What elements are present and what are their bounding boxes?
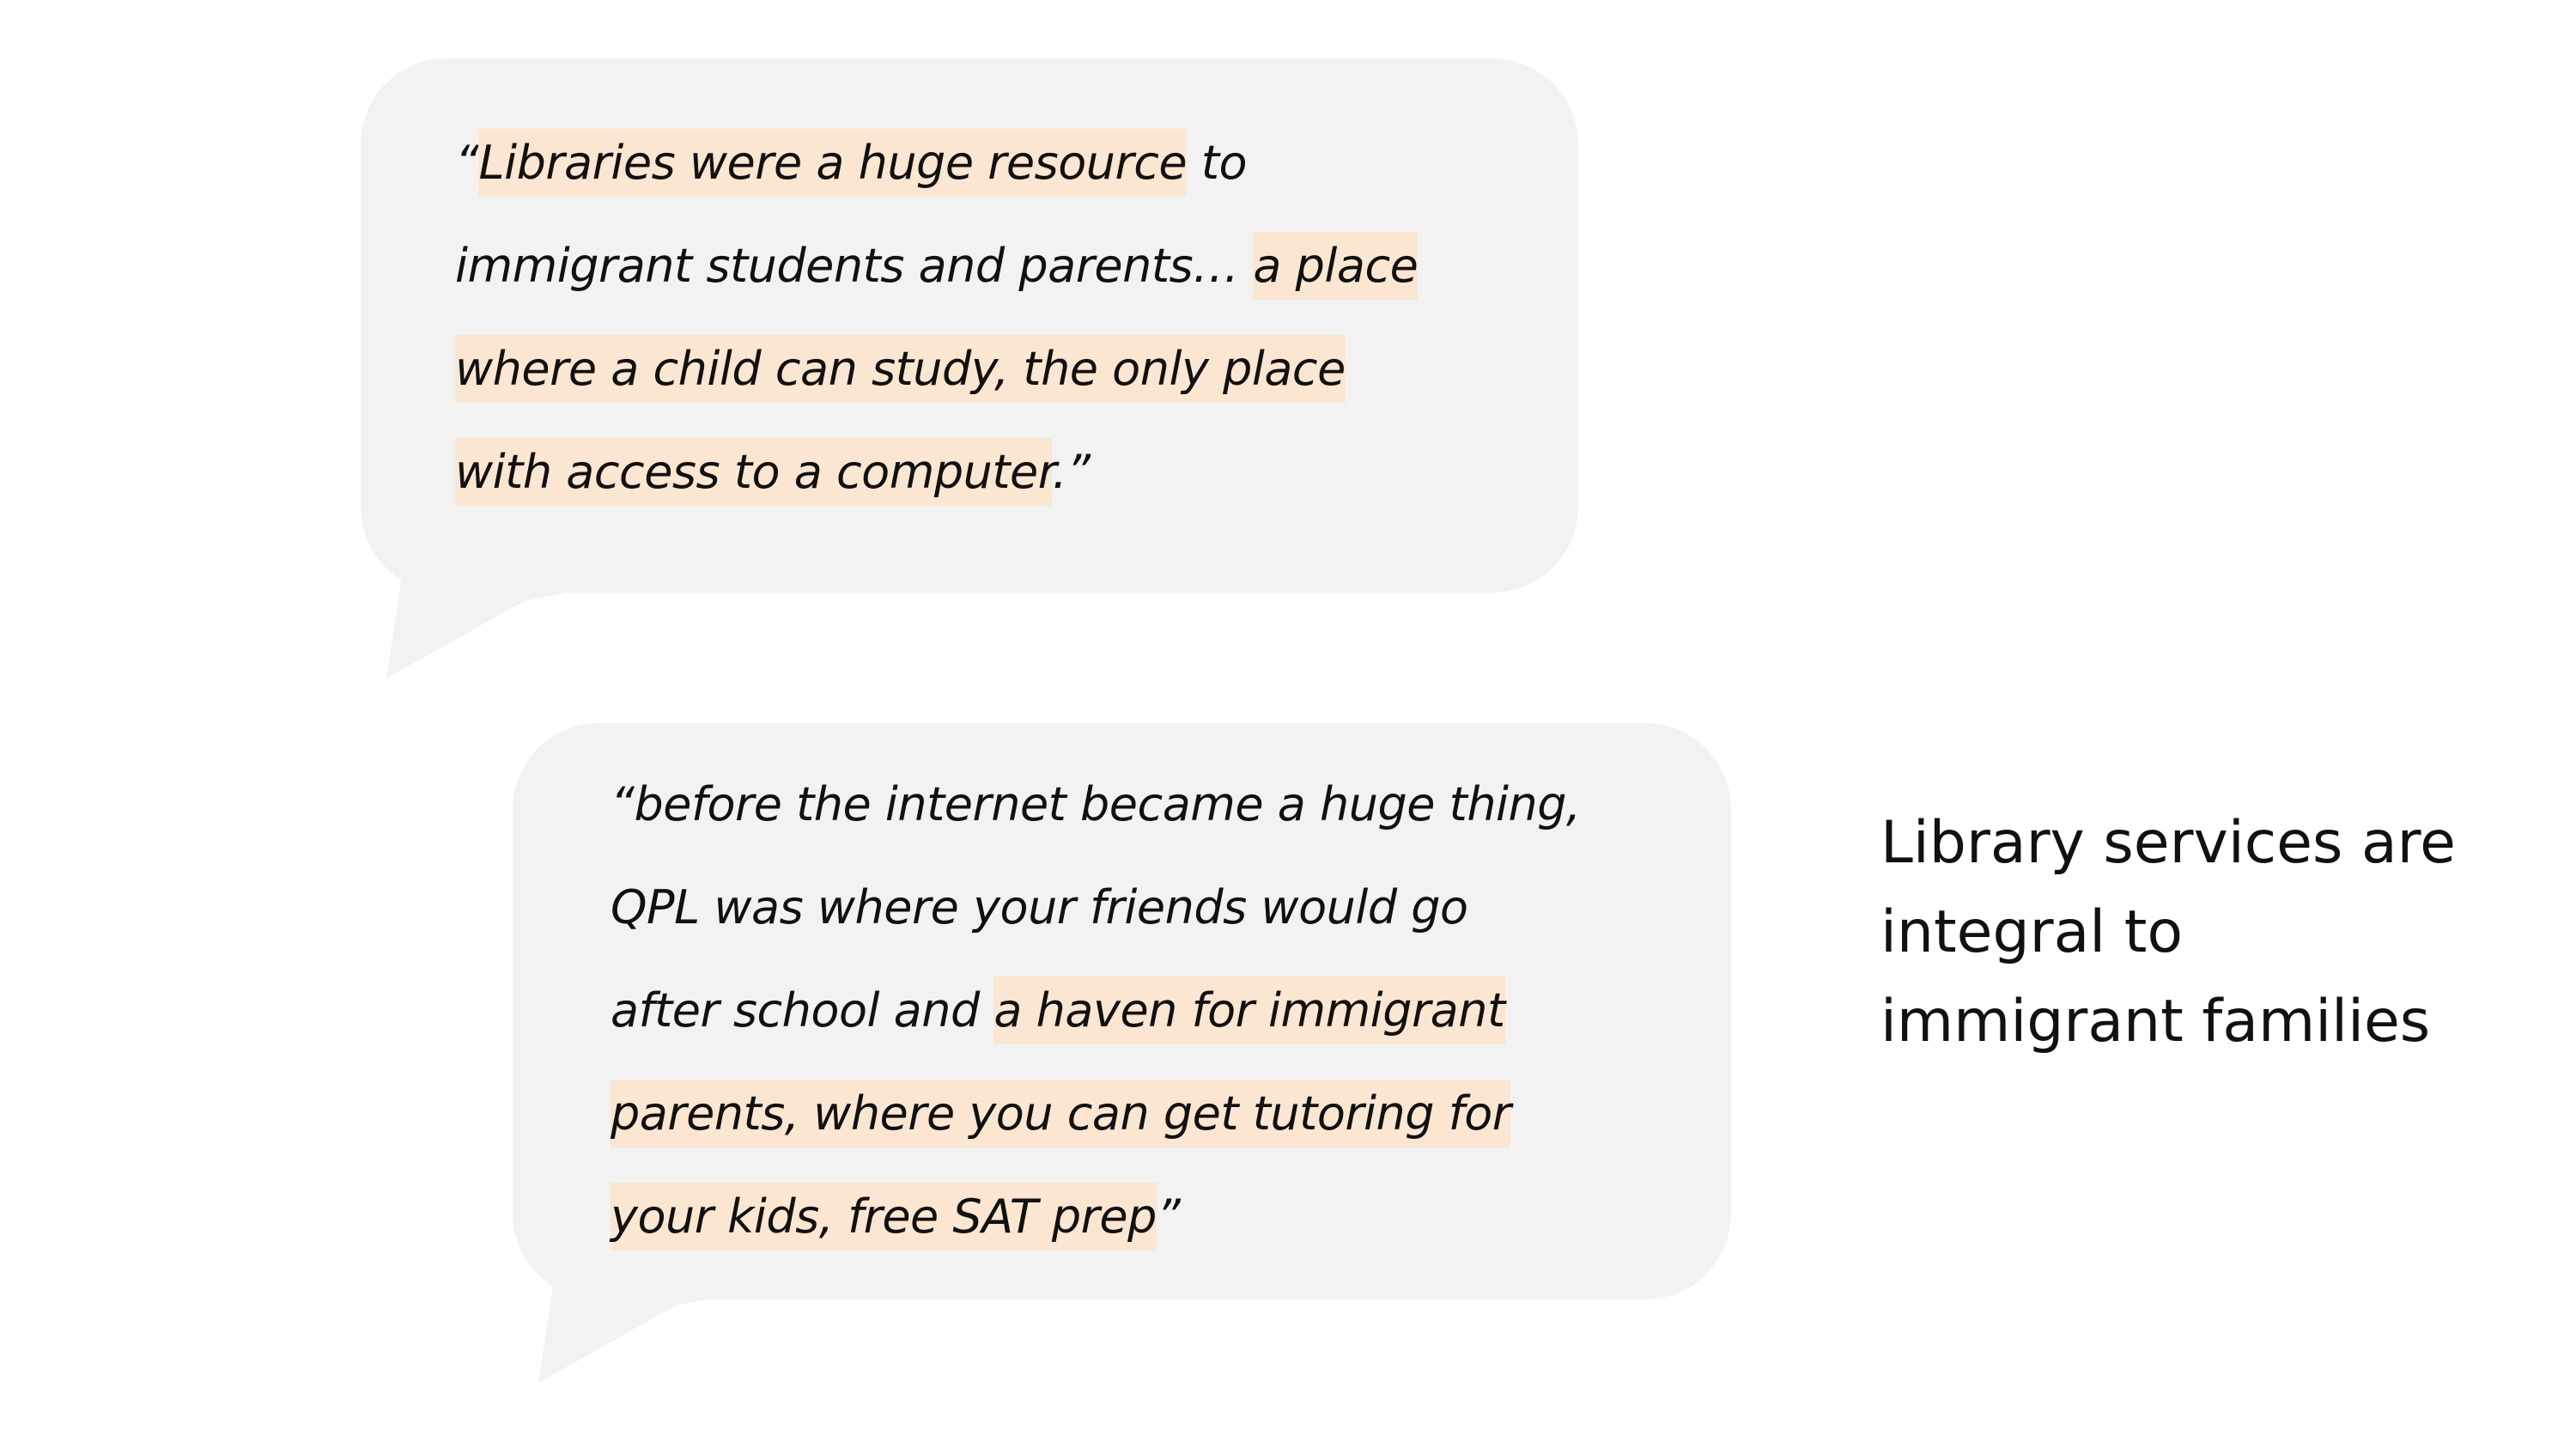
quote-line: after school and a haven for immigrant <box>611 959 1727 1062</box>
quote-line: your kids, free SAT prep” <box>611 1165 1727 1269</box>
quote-line: “Libraries were a huge resource to <box>455 112 1571 215</box>
caption-line: immigrant families <box>1880 988 2431 1056</box>
quote-segment: after school and <box>611 983 994 1038</box>
highlighted-phrase: your kids, free SAT prep <box>611 1183 1157 1250</box>
quote-line: with access to a computer.” <box>455 421 1571 524</box>
quote-line: immigrant students and parents… a place <box>455 215 1571 318</box>
highlighted-phrase: a place <box>1253 232 1419 300</box>
highlighted-phrase: with access to a computer <box>455 438 1053 506</box>
highlighted-phrase: parents, where you can get tutoring for <box>611 1080 1511 1147</box>
quote-line: where a child can study, the only place <box>455 318 1571 421</box>
quote-segment: immigrant students and parents… <box>455 239 1254 293</box>
quote-line: parents, where you can get tutoring for <box>611 1062 1727 1165</box>
quote-segment: QPL was where your friends would go <box>611 880 1468 934</box>
quote-segment: ” <box>1156 1190 1181 1244</box>
side-caption: Library services are integral to immigra… <box>1880 799 2533 1067</box>
quote-segment: .” <box>1052 445 1091 499</box>
quote-line: QPL was where your friends would go <box>611 856 1727 959</box>
highlighted-phrase: a haven for immigrant <box>993 977 1505 1044</box>
caption-line: Library services are <box>1880 809 2456 877</box>
quote-1-text: “Libraries were a huge resource to immig… <box>455 112 1571 524</box>
caption-line: integral to <box>1880 898 2184 966</box>
highlighted-phrase: where a child can study, the only place <box>455 335 1346 403</box>
quote-segment: to <box>1187 136 1248 190</box>
quote-segment: “before the internet became a huge thing… <box>611 777 1581 831</box>
quote-line: “before the internet became a huge thing… <box>611 753 1727 856</box>
speech-bubble-1-tail <box>361 515 567 678</box>
quote-segment: “ <box>455 136 479 190</box>
highlighted-phrase: Libraries were a huge resource <box>478 129 1188 197</box>
quote-2-text: “before the internet became a huge thing… <box>611 753 1727 1269</box>
